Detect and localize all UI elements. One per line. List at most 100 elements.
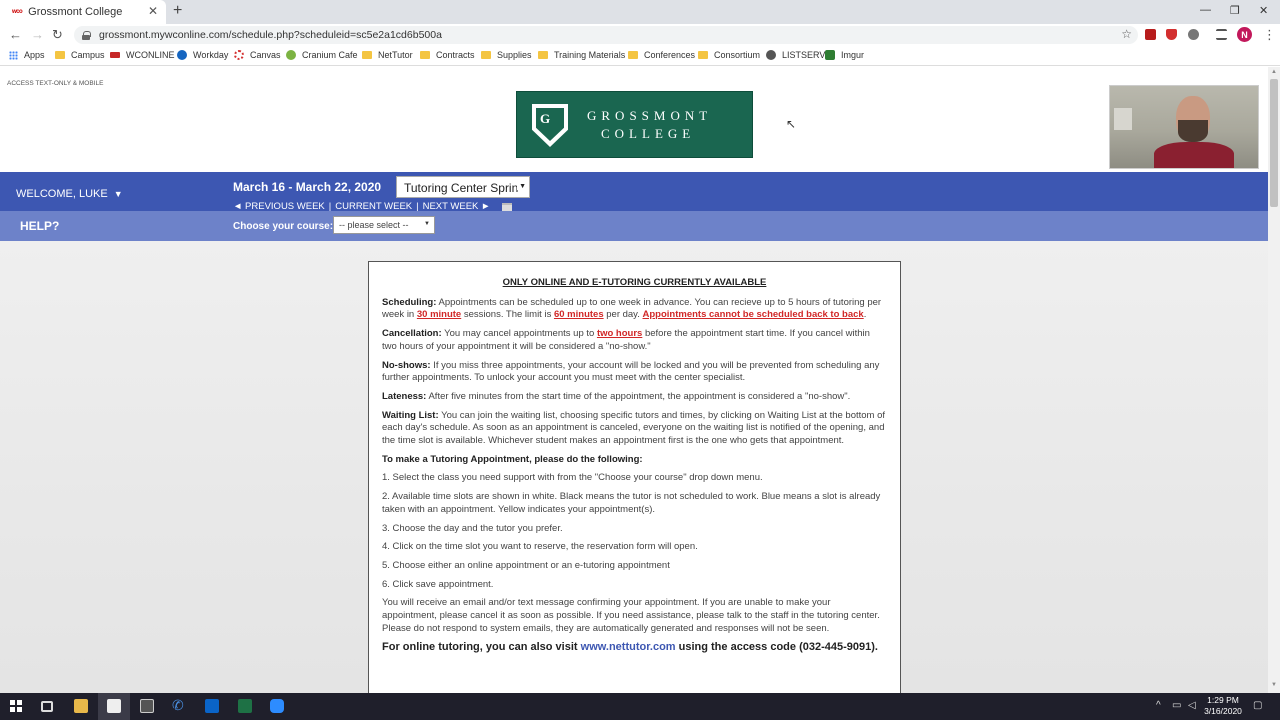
web-page: ACCESS TEXT-ONLY & MOBILE G GROSSMONT CO… — [0, 67, 1268, 693]
scroll-down-icon[interactable]: ▼ — [1271, 682, 1277, 688]
schedule-select[interactable]: Tutoring Center Sprin ▼ — [396, 176, 530, 198]
reload-icon[interactable]: ↻ — [52, 27, 63, 43]
window-close-icon[interactable]: ✕ — [1259, 4, 1268, 17]
wconline-favicon-icon: wco — [12, 9, 23, 15]
calculator-icon[interactable] — [140, 699, 154, 713]
acrobat-extension-icon[interactable] — [1145, 29, 1156, 40]
file-explorer-icon[interactable] — [74, 699, 88, 713]
address-bar[interactable]: grossmont.mywconline.com/schedule.php?sc… — [74, 26, 1138, 44]
bookmark-listserv[interactable]: LISTSERV — [766, 50, 825, 60]
minimize-icon[interactable]: — — [1200, 4, 1211, 16]
grossmont-college-logo: G GROSSMONT COLLEGE — [516, 91, 753, 158]
step-item: 2. Available time slots are shown in whi… — [382, 491, 881, 515]
step-item: 3. Choose the day and the tutor you pref… — [382, 522, 563, 534]
course-select[interactable]: -- please select -- ▼ — [333, 216, 435, 234]
step-item: 6. Click save appointment. — [382, 578, 494, 590]
folder-icon — [55, 51, 65, 59]
help-link[interactable]: HELP? — [20, 219, 59, 233]
logo-word-college: COLLEGE — [601, 126, 696, 141]
tray-chevron-icon[interactable]: ^ — [1156, 700, 1161, 711]
step-item: 5. Choose either an online appointment o… — [382, 559, 670, 571]
taskbar-clock[interactable]: 1:29 PM 3/16/2020 — [1198, 695, 1248, 717]
chevron-down-icon: ▼ — [424, 221, 430, 227]
workday-icon — [177, 50, 187, 60]
scroll-up-icon[interactable]: ▲ — [1271, 69, 1277, 75]
browser-tab[interactable]: wco Grossmont College ✕ — [0, 0, 166, 24]
chevron-down-icon: ▼ — [517, 183, 526, 190]
online-tutoring-line: For online tutoring, you can also visit … — [382, 641, 878, 654]
url-text: grossmont.mywconline.com/schedule.php?sc… — [99, 29, 442, 41]
bookmark-cranium-cafe[interactable]: Cranium Cafe — [286, 50, 358, 60]
bookmark-imgur[interactable]: Imgur — [825, 50, 864, 60]
webcam-overlay — [1109, 85, 1259, 169]
cranium-cafe-icon — [286, 50, 296, 60]
mouse-cursor-icon: ↖ — [786, 117, 797, 131]
extension-icon[interactable] — [1188, 29, 1199, 40]
bookmark-workday[interactable]: Workday — [177, 50, 228, 60]
calendar-icon[interactable] — [502, 202, 513, 211]
chrome-taskbar-icon[interactable] — [107, 699, 121, 713]
confirmation-paragraph: You will receive an email and/or text me… — [382, 597, 880, 634]
profile-avatar[interactable]: N — [1237, 27, 1252, 42]
noshows-paragraph: No-shows: If you miss three appointments… — [382, 359, 880, 384]
back-icon[interactable]: ← — [9, 27, 22, 42]
bookmark-nettutor[interactable]: NetTutor — [362, 50, 413, 60]
bookmark-star-icon[interactable]: ☆ — [1121, 27, 1132, 41]
course-bar: HELP? Choose your course: -- please sele… — [0, 211, 1268, 241]
reading-list-icon[interactable] — [1216, 29, 1227, 40]
ublock-extension-icon[interactable] — [1166, 29, 1177, 40]
bookmark-wconline[interactable]: WCONLINE — [110, 50, 175, 60]
welcome-menu[interactable]: WELCOME, LUKE ▼ — [16, 188, 123, 200]
volume-icon[interactable]: ◁ — [1188, 700, 1196, 711]
canvas-icon — [234, 50, 244, 60]
step-item: 1. Select the class you need support wit… — [382, 472, 763, 484]
week-range: March 16 - March 22, 2020 — [233, 180, 382, 194]
nettutor-link[interactable]: www.nettutor.com — [581, 641, 676, 653]
bookmark-supplies[interactable]: Supplies — [481, 50, 532, 60]
bookmark-campus[interactable]: Campus — [55, 50, 105, 60]
logo-word-grossmont: GROSSMONT — [587, 108, 713, 123]
folder-icon — [538, 51, 548, 59]
restore-icon[interactable]: ❐ — [1230, 4, 1240, 17]
notification-icon[interactable]: ▢ — [1253, 700, 1262, 711]
bookmark-apps[interactable]: Apps — [9, 50, 45, 60]
imgur-icon — [825, 50, 835, 60]
lock-icon — [82, 30, 91, 40]
bookmark-consortium[interactable]: Consortium — [698, 50, 760, 60]
task-view-icon[interactable] — [41, 701, 53, 712]
lateness-paragraph: Lateness: After five minutes from the st… — [382, 390, 851, 402]
bookmark-canvas[interactable]: Canvas — [234, 50, 281, 60]
scroll-thumb[interactable] — [1270, 79, 1278, 207]
browser-toolbar: ← → ↻ grossmont.mywconline.com/schedule.… — [0, 24, 1280, 46]
new-tab-icon[interactable]: + — [173, 2, 182, 20]
folder-icon — [698, 51, 708, 59]
cancellation-paragraph: Cancellation: You may cancel appointment… — [382, 328, 870, 352]
chrome-menu-icon[interactable]: ⋮ — [1263, 27, 1276, 43]
forward-icon[interactable]: → — [31, 27, 44, 42]
folder-icon — [481, 51, 491, 59]
windows-taskbar: ✆ ^ ▭ ◁ 1:29 PM 3/16/2020 ▢ — [0, 693, 1280, 720]
bookmark-contracts[interactable]: Contracts — [420, 50, 475, 60]
phone-icon[interactable]: ✆ — [172, 697, 186, 713]
waiting-list-paragraph: Waiting List: You can join the waiting l… — [382, 409, 886, 447]
howto-title: To make a Tutoring Appointment, please d… — [382, 453, 643, 465]
excel-icon[interactable] — [238, 699, 252, 713]
windows-start-icon[interactable] — [10, 700, 22, 712]
bookmarks-bar: Apps Campus WCONLINE Workday Canvas Cran… — [0, 46, 1280, 66]
bookmark-training-materials[interactable]: Training Materials — [538, 50, 625, 60]
access-text-only-link[interactable]: ACCESS TEXT-ONLY & MOBILE — [7, 80, 103, 87]
zoom-icon[interactable] — [270, 699, 284, 713]
wconline-icon — [110, 52, 120, 58]
outlook-icon[interactable] — [205, 699, 219, 713]
folder-icon — [420, 51, 430, 59]
bookmark-conferences[interactable]: Conferences — [628, 50, 695, 60]
dropdown-triangle-icon: ▼ — [113, 189, 123, 199]
notice-title: ONLY ONLINE AND E-TUTORING CURRENTLY AVA… — [502, 277, 767, 288]
page-scrollbar[interactable]: ▲ ▼ — [1268, 67, 1280, 693]
globe-icon — [766, 50, 776, 60]
close-tab-icon[interactable]: ✕ — [148, 4, 158, 18]
scheduling-paragraph: Scheduling: Appointments can be schedule… — [382, 296, 882, 321]
apps-grid-icon — [9, 50, 18, 60]
tutoring-notice-box: ONLY ONLINE AND E-TUTORING CURRENTLY AVA… — [368, 261, 901, 693]
network-icon[interactable]: ▭ — [1172, 700, 1181, 711]
